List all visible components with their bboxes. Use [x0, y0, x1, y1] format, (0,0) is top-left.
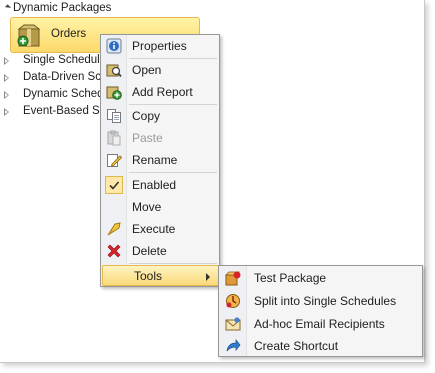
menu-item-label: Copy	[132, 109, 161, 123]
menu-item-copy[interactable]: Copy	[101, 106, 219, 127]
copy-icon	[107, 109, 121, 123]
submenu-arrow-icon	[206, 273, 210, 281]
menu-item-tools[interactable]: Tools	[102, 265, 219, 286]
menu-item-label: Delete	[132, 244, 167, 258]
menu-item-label: Paste	[132, 131, 163, 145]
menu-item-test-package[interactable]: Test Package	[219, 267, 422, 289]
menu-item-label: Enabled	[132, 178, 177, 192]
paste-icon	[107, 130, 121, 146]
tree-node-label: Single Schedule	[23, 54, 107, 66]
properties-icon	[106, 38, 122, 54]
menu-separator	[129, 172, 217, 173]
menu-item-label: Add Report	[132, 85, 193, 99]
menu-item-create-shortcut[interactable]: Create Shortcut	[219, 335, 422, 357]
shortcut-icon	[226, 339, 241, 352]
menu-item-label: Tools	[134, 269, 163, 283]
menu-item-execute[interactable]: Execute	[101, 219, 219, 240]
tree-node-label: Event-Based Sc	[23, 105, 106, 117]
menu-item-split-single-schedules[interactable]: Split into Single Schedules	[219, 290, 422, 312]
tree-node-label: Dynamic Packages	[13, 2, 112, 14]
menu-item-paste[interactable]: Paste	[101, 128, 219, 149]
menu-item-label: Move	[132, 200, 162, 214]
expand-arrow-icon[interactable]	[4, 91, 9, 99]
expand-arrow-icon[interactable]	[4, 108, 9, 116]
add-report-icon	[106, 86, 122, 100]
menu-item-label: Test Package	[254, 271, 327, 285]
menu-item-label: Split into Single Schedules	[254, 294, 397, 308]
tree-node-label: Data-Driven Sch	[23, 71, 108, 83]
menu-item-label: Open	[132, 63, 162, 77]
execute-icon	[107, 222, 121, 236]
expand-arrow-icon[interactable]	[4, 4, 12, 11]
menu-item-adhoc-email[interactable]: Ad-hoc Email Recipients	[219, 313, 422, 335]
menu-item-properties[interactable]: Properties	[101, 36, 219, 57]
rename-icon	[107, 154, 122, 167]
menu-separator	[129, 263, 217, 264]
menu-item-label: Execute	[132, 222, 176, 236]
menu-item-rename[interactable]: Rename	[101, 150, 219, 171]
tree-node-label: Dynamic Sched	[23, 88, 104, 100]
email-recipients-icon	[225, 317, 241, 331]
expand-arrow-icon[interactable]	[4, 74, 9, 82]
context-menu: Properties Open Add Report Copy Paste Re…	[100, 34, 220, 287]
expand-arrow-icon[interactable]	[4, 57, 9, 65]
split-icon	[226, 294, 240, 308]
menu-item-move[interactable]: Move	[101, 197, 219, 218]
package-icon	[17, 24, 41, 47]
menu-item-delete[interactable]: Delete	[101, 241, 219, 262]
menu-item-label: Rename	[132, 153, 178, 167]
test-package-icon	[225, 271, 241, 286]
check-icon	[105, 176, 123, 194]
menu-item-label: Create Shortcut	[254, 339, 339, 353]
delete-icon	[107, 244, 121, 258]
open-icon	[106, 64, 122, 78]
menu-item-add-report[interactable]: Add Report	[101, 82, 219, 103]
menu-item-open[interactable]: Open	[101, 60, 219, 81]
tree-node-label: Orders	[51, 28, 87, 40]
menu-item-label: Ad-hoc Email Recipients	[254, 317, 385, 331]
menu-item-label: Properties	[132, 39, 187, 53]
menu-item-enabled[interactable]: Enabled	[101, 175, 219, 196]
menu-separator	[129, 58, 217, 59]
tools-submenu: Test Package Split into Single Schedules…	[218, 265, 423, 357]
menu-separator	[129, 104, 217, 105]
